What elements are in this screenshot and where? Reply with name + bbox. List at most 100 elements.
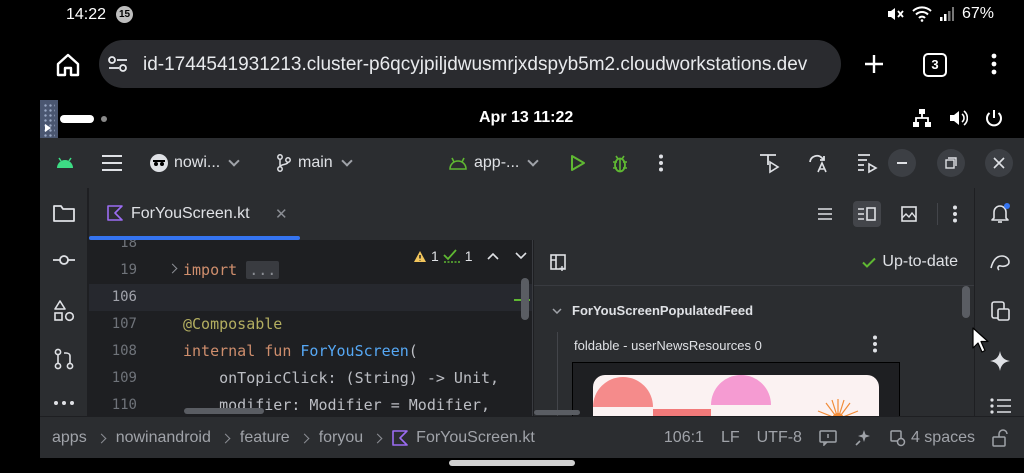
gesture-handle[interactable] <box>449 460 575 466</box>
indent-setting[interactable]: 4 spaces <box>889 429 975 447</box>
kotlin-file-icon <box>107 205 123 221</box>
tab-switcher-button[interactable]: 3 <box>923 53 947 77</box>
desktop-clock[interactable]: Apr 13 11:22 <box>479 109 573 127</box>
tab-foryouscreen[interactable]: ForYouScreen.kt ✕ <box>89 188 300 240</box>
ide-status-bar: apps nowinandroid feature foryou ForYouS… <box>40 416 1024 458</box>
preview-vertical-scrollbar[interactable] <box>962 286 970 318</box>
new-tab-icon[interactable] <box>862 52 886 76</box>
running-devices-icon[interactable] <box>989 300 1011 322</box>
activities-indicator[interactable] <box>60 115 94 123</box>
caret-position[interactable]: 106:1 <box>664 429 704 447</box>
editor-horizontal-scrollbar[interactable] <box>184 408 264 414</box>
android-config-icon <box>449 157 467 170</box>
code-view-button[interactable] <box>811 201 839 227</box>
commit-icon[interactable] <box>53 254 75 266</box>
breadcrumb-item[interactable]: ForYouScreen.kt <box>416 429 535 447</box>
main-menu-icon[interactable] <box>102 154 122 172</box>
line-number: 108 <box>111 343 137 359</box>
project-selector[interactable]: nowi... <box>150 138 240 188</box>
restore-button[interactable] <box>937 149 965 177</box>
breadcrumb-item[interactable]: apps <box>52 429 87 447</box>
volume-icon[interactable] <box>948 108 968 128</box>
home-icon[interactable] <box>55 52 81 78</box>
code-editor[interactable]: 18 19 import ... 1 1 106 107 @Composable… <box>89 240 533 416</box>
more-vert-icon[interactable] <box>990 52 998 76</box>
run-icon[interactable] <box>570 154 586 172</box>
editor-view-actions <box>811 188 974 240</box>
project-folder-icon[interactable] <box>53 204 75 222</box>
android-navigation-bar <box>0 458 1024 473</box>
user-avatar-icon <box>150 154 168 172</box>
inspection-comment-icon[interactable] <box>819 430 837 446</box>
preview-group-header[interactable]: ForYouScreenPopulatedFeed <box>552 303 753 318</box>
code-line: 107 @Composable <box>89 311 532 338</box>
ai-sparkle-icon[interactable] <box>989 350 1011 372</box>
more-tools-icon[interactable] <box>53 400 75 406</box>
preview-item-name[interactable]: foldable - userNewsResources 0 <box>574 338 762 353</box>
breadcrumb-item[interactable]: nowinandroid <box>116 429 211 447</box>
code-text: internal fun ForYouScreen( <box>183 342 418 360</box>
preview-horizontal-scrollbar[interactable] <box>534 410 580 415</box>
editor-more-icon[interactable] <box>952 205 958 223</box>
preview-card <box>593 375 879 416</box>
warning-count: 1 <box>431 248 439 264</box>
git-branch-icon <box>277 154 291 172</box>
code-line: 110 modifier: Modifier = Modifier, <box>89 392 532 416</box>
chevron-right-icon <box>299 433 310 443</box>
power-icon[interactable] <box>984 108 1004 128</box>
editor-vertical-scrollbar[interactable] <box>521 278 529 320</box>
close-window-button[interactable] <box>985 149 1013 177</box>
preview-device-frame[interactable] <box>572 362 900 416</box>
next-highlight-icon[interactable] <box>515 252 527 260</box>
gemini-icon[interactable] <box>989 254 1011 272</box>
status-right-group: 67% <box>886 5 994 23</box>
signal-icon <box>939 7 954 21</box>
more-actions-icon[interactable] <box>658 154 664 172</box>
weak-warning-icon <box>443 249 460 263</box>
design-view-button[interactable] <box>895 201 923 227</box>
branch-selector[interactable]: main <box>276 138 353 188</box>
minimize-icon <box>897 162 907 164</box>
ide-main-toolbar: nowi... main app-... <box>40 138 1024 188</box>
desktop-top-bar: Apr 13 11:22 <box>40 100 1024 158</box>
chevron-down-icon <box>527 155 540 167</box>
branch-name: main <box>298 154 333 171</box>
preview-layout-icon[interactable] <box>550 254 568 272</box>
split-view-button[interactable] <box>853 201 881 227</box>
code-assist-icon[interactable] <box>854 429 872 447</box>
sync-project-icon[interactable] <box>856 152 878 174</box>
folded-imports[interactable]: ... <box>246 261 280 279</box>
code-text: onTopicClick: (String) -> Unit, <box>183 369 500 387</box>
pull-requests-icon[interactable] <box>53 348 75 370</box>
url-text[interactable]: id-1744541931213.cluster-p6qcyjpiljdwusm… <box>143 54 833 76</box>
run-config-selector[interactable]: app-... <box>448 138 540 188</box>
previous-highlight-icon[interactable] <box>487 252 499 260</box>
minimize-button[interactable] <box>888 149 916 177</box>
apply-changes-icon[interactable] <box>806 152 830 174</box>
fold-expand-icon[interactable] <box>167 263 178 274</box>
breadcrumb-item[interactable]: foryou <box>319 429 363 447</box>
breadcrumb-item[interactable]: feature <box>240 429 290 447</box>
preview-status-text: Up-to-date <box>882 253 958 270</box>
deploy-icon[interactable] <box>758 152 782 174</box>
code-view-icon <box>818 208 832 220</box>
inspection-widget[interactable]: 1 1 <box>413 248 527 264</box>
file-encoding[interactable]: UTF-8 <box>757 429 802 447</box>
address-bar[interactable]: id-1744541931213.cluster-p6qcyjpiljdwusm… <box>99 40 841 88</box>
right-tool-window-bar <box>974 188 1024 416</box>
line-separator[interactable]: LF <box>721 429 740 447</box>
lock-open-icon[interactable] <box>992 429 1008 447</box>
structure-icon[interactable] <box>989 398 1011 414</box>
network-icon[interactable] <box>912 108 932 128</box>
kotlin-file-icon <box>392 430 408 446</box>
mouse-cursor-icon <box>972 327 989 353</box>
preview-card-graphic <box>593 375 859 416</box>
tab-close-icon[interactable]: ✕ <box>275 205 288 223</box>
preview-item-more-icon[interactable] <box>872 335 878 353</box>
indent-icon <box>890 430 906 447</box>
chevron-right-icon <box>96 433 107 443</box>
resource-manager-icon[interactable] <box>53 300 75 322</box>
debug-icon[interactable] <box>610 152 630 174</box>
notifications-icon[interactable] <box>989 202 1011 224</box>
site-settings-icon[interactable] <box>107 54 129 74</box>
